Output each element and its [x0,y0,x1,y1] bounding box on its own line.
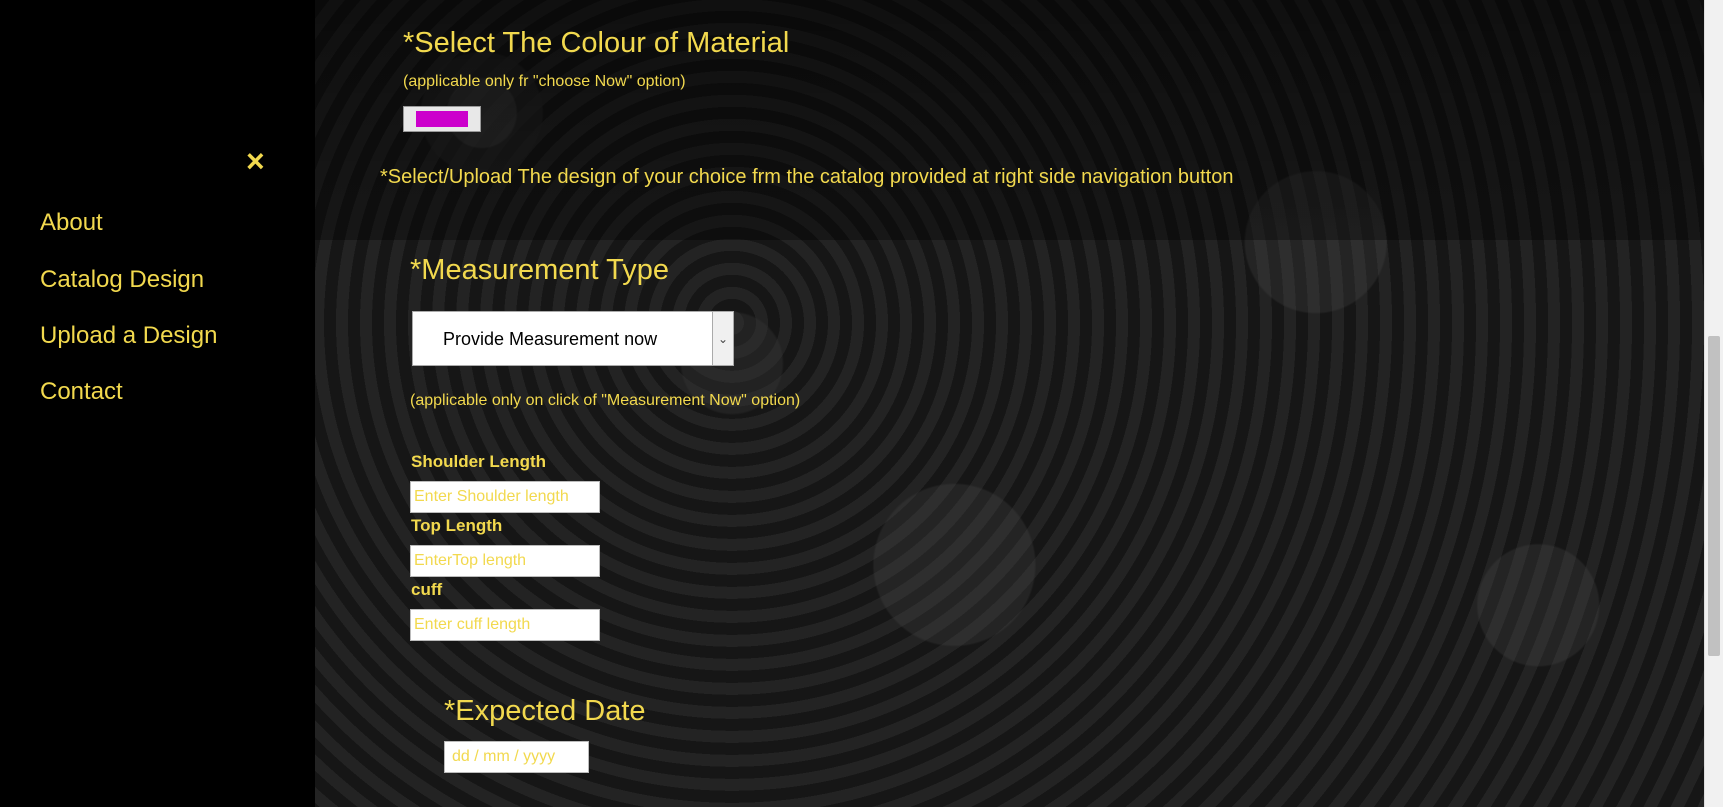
chevron-down-icon[interactable]: ⌄ [712,312,733,365]
sidebar-item-contact[interactable]: Contact [40,378,123,406]
scrollbar-thumb[interactable] [1708,336,1720,656]
colour-title: *Select The Colour of Material [403,27,790,59]
measurement-note: (applicable only on click of "Measuremen… [410,392,801,409]
expected-date-title: *Expected Date [444,695,646,727]
sidebar: × About Catalog Design Upload a Design C… [0,0,315,807]
cuff-input[interactable] [410,609,600,641]
shoulder-length-label: Shoulder Length [411,452,547,471]
top-length-input[interactable] [410,545,600,577]
top-length-label: Top Length [411,516,503,535]
colour-note: (applicable only fr "choose Now" option) [403,73,686,90]
sidebar-item-catalog-design[interactable]: Catalog Design [40,266,204,294]
measurement-type-value: Provide Measurement now [443,329,658,349]
close-icon[interactable]: × [246,145,265,177]
design-instruction: *Select/Upload The design of your choice… [380,166,1234,188]
sidebar-item-upload-design[interactable]: Upload a Design [40,322,217,350]
cuff-label: cuff [411,580,443,599]
measurement-type-select[interactable]: Provide Measurement now ⌄ [412,311,734,366]
sidebar-item-about[interactable]: About [40,209,103,237]
page: *Select The Colour of Material (applicab… [0,0,1723,807]
shoulder-length-input[interactable] [410,481,600,513]
color-picker[interactable] [403,106,481,132]
measurement-title: *Measurement Type [410,254,669,286]
color-picker-swatch [416,111,468,127]
page-scrollbar[interactable] [1704,0,1723,807]
expected-date-input[interactable]: dd / mm / yyyy [444,741,589,773]
